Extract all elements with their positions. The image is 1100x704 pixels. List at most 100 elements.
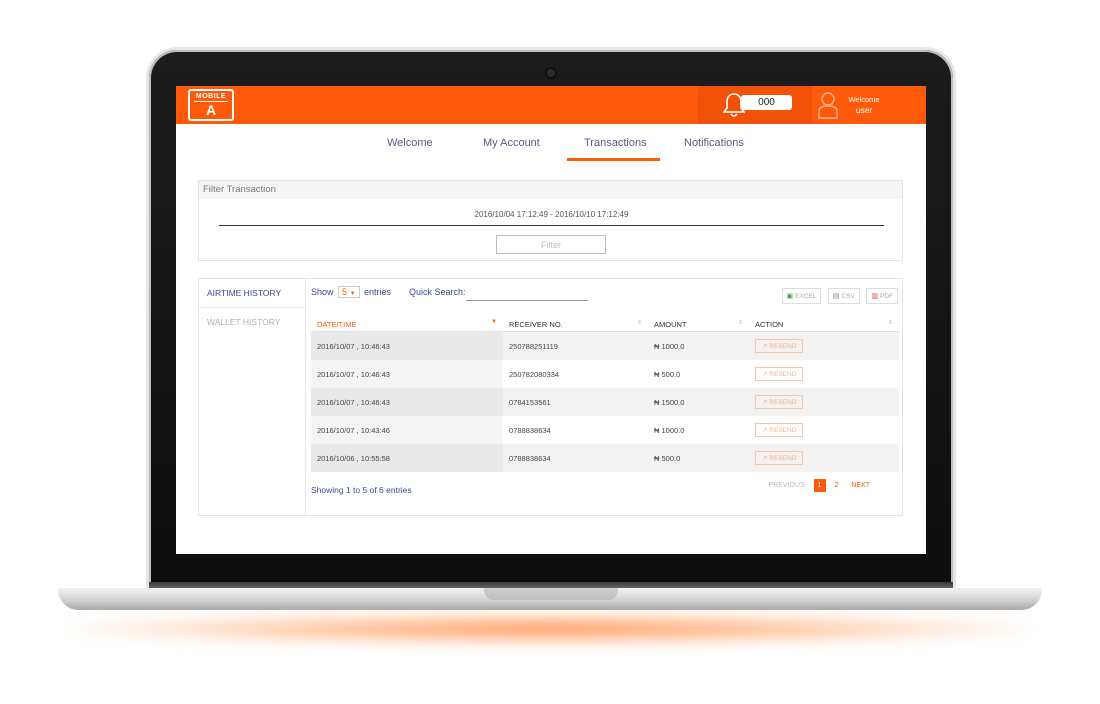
notification-count-badge[interactable]: 000 — [741, 95, 792, 110]
cell-receiver: 250782080334 — [503, 360, 648, 388]
dropdown-arrow-icon: ▼ — [349, 291, 356, 297]
previous-page-button[interactable]: PREVIOUS — [764, 479, 808, 492]
transactions-table: DATE/TIME ▼ RECEIVER NO. ⇕ AMOUNT ⇕ ACTION ⇕… — [311, 318, 899, 472]
export-pdf-button[interactable]: ▥ PDF — [866, 288, 898, 304]
export-buttons: ▣ EXCEL ▤ CSV ▥ PDF — [780, 285, 898, 304]
column-header-datetime[interactable]: DATE/TIME ▼ — [311, 318, 503, 332]
resend-label: RESEND — [769, 343, 797, 350]
app-screen: MOBILE A 000 Welcome user Welcome My Acc… — [176, 86, 926, 554]
notifications-area[interactable]: 000 — [698, 86, 812, 124]
cell-receiver: 0784153561 — [503, 388, 648, 416]
sort-desc-icon: ▼ — [491, 319, 497, 325]
quick-search-input[interactable] — [466, 286, 588, 301]
laptop-shadow-glow — [70, 612, 1030, 646]
cell-amount: ₦ 1500.0 — [648, 388, 749, 416]
show-label: Show — [311, 287, 334, 297]
username-label: user — [855, 105, 873, 115]
resend-icon: ↗ — [762, 343, 768, 350]
cell-action: ↗ RESEND — [749, 388, 899, 416]
export-pdf-label: PDF — [880, 293, 893, 300]
filter-title: Filter Transaction — [199, 181, 902, 199]
resend-label: RESEND — [769, 427, 797, 434]
column-header-receiver[interactable]: RECEIVER NO. ⇕ — [503, 318, 648, 332]
brand-logo[interactable]: MOBILE A — [188, 89, 234, 121]
welcome-label: Welcome — [848, 95, 880, 104]
date-range-input[interactable]: 2016/10/04 17:12:49 - 2016/10/10 17:12:4… — [219, 210, 884, 226]
cell-amount: ₦ 1000.0 — [648, 416, 749, 444]
pagination: PREVIOUS 1 2 NEXT — [761, 479, 874, 492]
page-1-button[interactable]: 1 — [813, 479, 826, 492]
entries-select-value: 5 — [342, 287, 348, 297]
cell-action: ↗ RESEND — [749, 444, 899, 472]
user-avatar-icon[interactable] — [818, 91, 838, 119]
filter-panel: Filter Transaction 2016/10/04 17:12:49 -… — [198, 180, 903, 261]
resend-button[interactable]: ↗ RESEND — [755, 423, 804, 437]
sort-icon: ⇕ — [737, 320, 743, 326]
history-tabs: AIRTIME HISTORY WALLET HISTORY — [199, 279, 305, 336]
cell-action: ↗ RESEND — [749, 360, 899, 388]
webcam — [547, 69, 555, 77]
resend-label: RESEND — [769, 399, 797, 406]
user-menu[interactable]: Welcome user — [812, 86, 926, 124]
column-header-amount-label: AMOUNT — [654, 320, 687, 329]
tab-transactions[interactable]: Transactions — [584, 137, 647, 149]
next-page-button[interactable]: NEXT — [847, 479, 874, 492]
table-row: 2016/10/07 , 10:46:43 0784153561 ₦ 1500.… — [311, 388, 899, 416]
entries-length-control: Show 5 ▼ entries — [311, 286, 391, 298]
active-tab-indicator — [567, 158, 660, 161]
cell-datetime: 2016/10/07 , 10:46:43 — [311, 388, 503, 416]
resend-icon: ↗ — [762, 371, 768, 378]
cell-action: ↗ RESEND — [749, 331, 899, 360]
export-excel-label: EXCEL — [795, 293, 817, 300]
tab-notifications[interactable]: Notifications — [684, 137, 744, 149]
table-info-text: Showing 1 to 5 of 6 entries — [311, 485, 412, 495]
column-header-datetime-label: DATE/TIME — [317, 320, 357, 329]
laptop-base-notch — [484, 588, 618, 600]
filter-button[interactable]: Filter — [496, 235, 606, 254]
cell-amount: ₦ 500.0 — [648, 360, 749, 388]
welcome-user-text: Welcome user — [844, 95, 884, 115]
cell-receiver: 0788838634 — [503, 416, 648, 444]
logo-line2: A — [205, 102, 217, 118]
resend-button[interactable]: ↗ RESEND — [755, 451, 804, 465]
main-nav: Welcome My Account Transactions Notifica… — [176, 135, 926, 161]
tab-airtime-history[interactable]: AIRTIME HISTORY — [199, 279, 305, 308]
top-bar: MOBILE A 000 Welcome user — [176, 86, 926, 124]
column-header-receiver-label: RECEIVER NO. — [509, 320, 563, 329]
resend-label: RESEND — [769, 455, 797, 462]
resend-icon: ↗ — [762, 455, 768, 462]
cell-receiver: 250788251119 — [503, 331, 648, 360]
column-header-action[interactable]: ACTION ⇕ — [749, 318, 899, 332]
export-csv-label: CSV — [841, 293, 855, 300]
tab-my-account[interactable]: My Account — [483, 137, 540, 149]
resend-button[interactable]: ↗ RESEND — [755, 339, 804, 353]
entries-label: entries — [364, 287, 392, 297]
tab-wallet-history[interactable]: WALLET HISTORY — [199, 308, 305, 336]
logo-line1: MOBILE — [193, 93, 229, 102]
export-csv-button[interactable]: ▤ CSV — [827, 288, 860, 304]
cell-action: ↗ RESEND — [749, 416, 899, 444]
table-row: 2016/10/06 , 10:55:58 0788838634 ₦ 500.0… — [311, 444, 899, 472]
tab-welcome[interactable]: Welcome — [387, 137, 433, 149]
table-row: 2016/10/07 , 10:46:43 250782080334 ₦ 500… — [311, 360, 899, 388]
cell-amount: ₦ 500.0 — [648, 444, 749, 472]
resend-label: RESEND — [769, 371, 797, 378]
page-2-button[interactable]: 2 — [830, 479, 842, 492]
resend-icon: ↗ — [762, 427, 768, 434]
column-header-amount[interactable]: AMOUNT ⇕ — [648, 318, 749, 332]
cell-datetime: 2016/10/07 , 10:46:43 — [311, 331, 503, 360]
pdf-icon: ▥ — [871, 293, 878, 300]
sort-icon: ⇕ — [887, 320, 893, 326]
cell-datetime: 2016/10/06 , 10:55:58 — [311, 444, 503, 472]
entries-select[interactable]: 5 ▼ — [338, 286, 360, 298]
cell-amount: ₦ 1000.0 — [648, 331, 749, 360]
cell-datetime: 2016/10/07 , 10:46:43 — [311, 360, 503, 388]
export-excel-button[interactable]: ▣ EXCEL — [781, 288, 822, 304]
table-row: 2016/10/07 , 10:46:43 250788251119 ₦ 100… — [311, 331, 899, 360]
resend-button[interactable]: ↗ RESEND — [755, 395, 804, 409]
cell-datetime: 2016/10/07 , 10:43:46 — [311, 416, 503, 444]
column-header-action-label: ACTION — [755, 320, 784, 329]
table-header-row: DATE/TIME ▼ RECEIVER NO. ⇕ AMOUNT ⇕ ACTION ⇕ — [311, 318, 899, 332]
resend-button[interactable]: ↗ RESEND — [755, 367, 804, 381]
csv-icon: ▤ — [832, 293, 840, 300]
